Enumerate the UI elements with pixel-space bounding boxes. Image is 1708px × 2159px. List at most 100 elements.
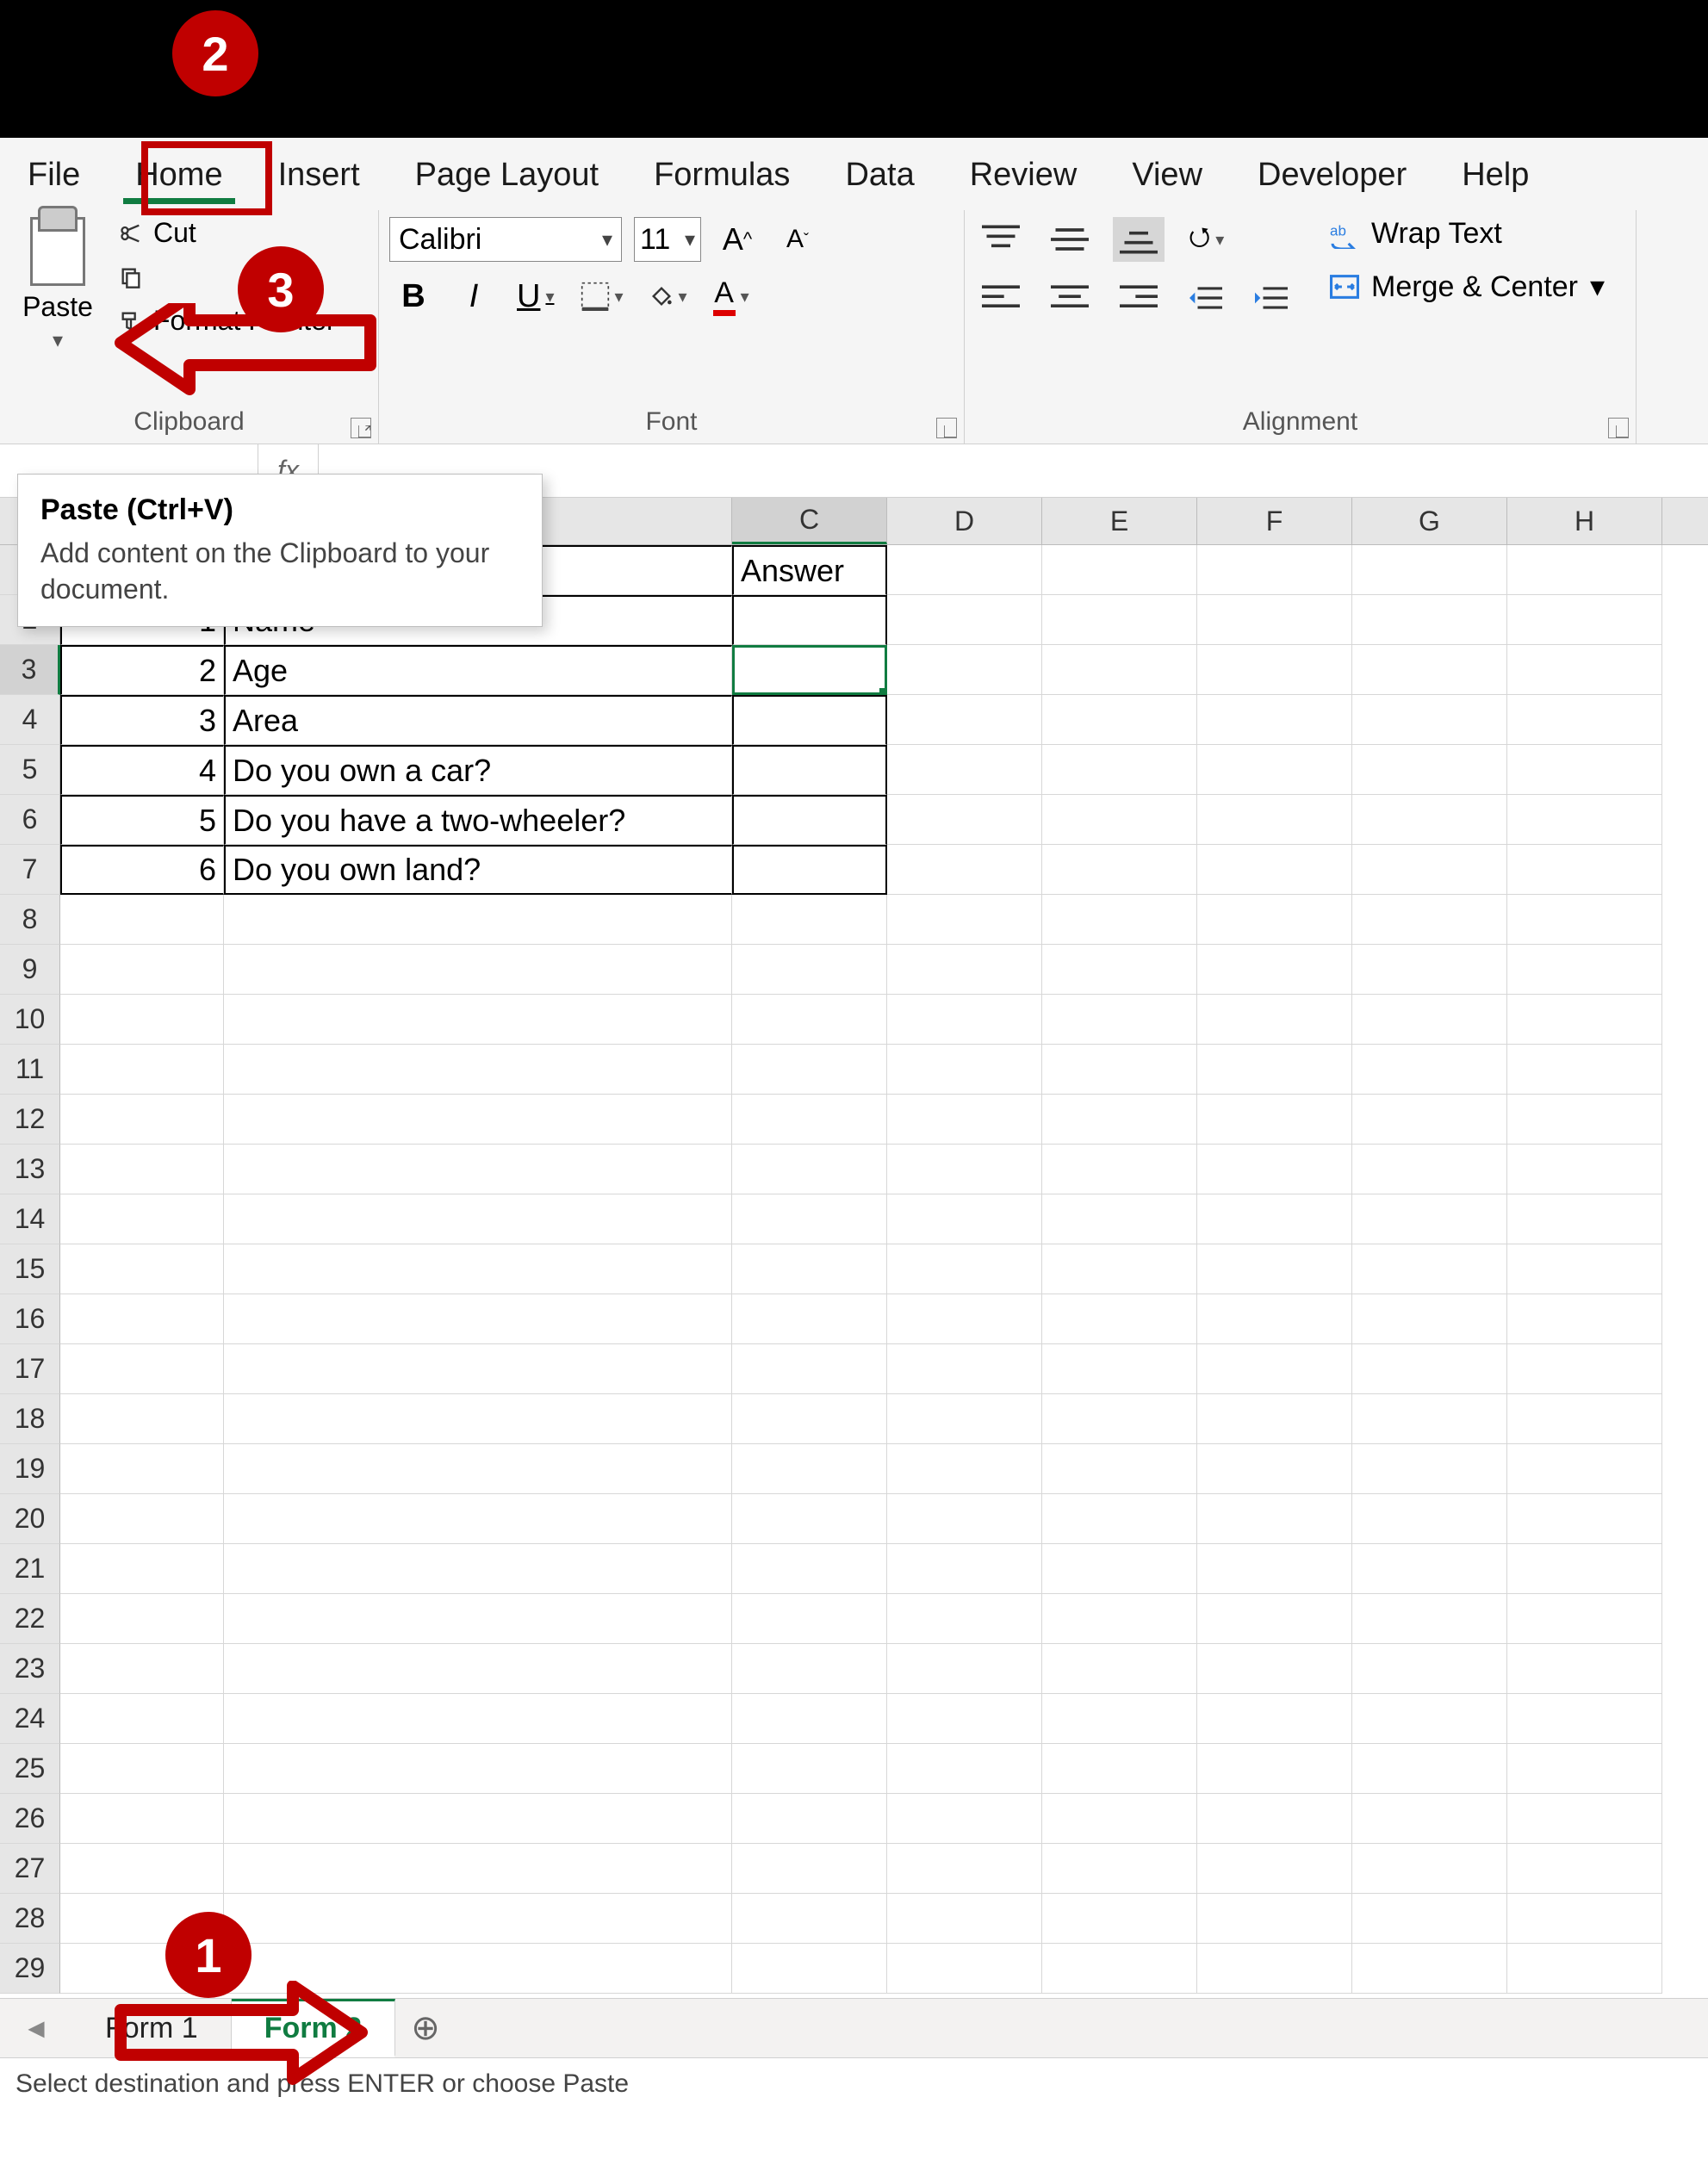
cell-F24[interactable] [1197,1694,1352,1744]
cell-G9[interactable] [1352,945,1507,995]
cell-D22[interactable] [887,1594,1042,1644]
cell-D7[interactable] [887,845,1042,895]
cell-H10[interactable] [1507,995,1662,1045]
cell-D10[interactable] [887,995,1042,1045]
cell-E4[interactable] [1042,695,1197,745]
cell-E11[interactable] [1042,1045,1197,1095]
cell-C27[interactable] [732,1844,887,1894]
cell-D13[interactable] [887,1145,1042,1194]
cell-E3[interactable] [1042,645,1197,695]
align-right-button[interactable] [1113,276,1165,320]
cell-H29[interactable] [1507,1944,1662,1994]
row-header[interactable]: 7 [0,845,60,895]
cell-D25[interactable] [887,1744,1042,1794]
cell-F29[interactable] [1197,1944,1352,1994]
cell-E8[interactable] [1042,895,1197,945]
cell-F11[interactable] [1197,1045,1352,1095]
cell-B11[interactable] [224,1045,732,1095]
cell-H18[interactable] [1507,1394,1662,1444]
cell-B19[interactable] [224,1444,732,1494]
cell-C4[interactable] [732,695,887,745]
cell-B4[interactable]: Area [224,695,732,745]
cell-E28[interactable] [1042,1894,1197,1944]
cell-F16[interactable] [1197,1294,1352,1344]
cell-G22[interactable] [1352,1594,1507,1644]
cell-F28[interactable] [1197,1894,1352,1944]
cell-C12[interactable] [732,1095,887,1145]
row-header[interactable]: 16 [0,1294,60,1344]
cell-G18[interactable] [1352,1394,1507,1444]
align-left-button[interactable] [975,276,1027,320]
cell-E17[interactable] [1042,1344,1197,1394]
cell-F8[interactable] [1197,895,1352,945]
cell-F3[interactable] [1197,645,1352,695]
cell-A25[interactable] [60,1744,224,1794]
row-header[interactable]: 28 [0,1894,60,1944]
cell-F23[interactable] [1197,1644,1352,1694]
cell-A8[interactable] [60,895,224,945]
cell-B18[interactable] [224,1394,732,1444]
cell-E2[interactable] [1042,595,1197,645]
cell-E9[interactable] [1042,945,1197,995]
decrease-indent-button[interactable] [1182,276,1230,320]
menu-tab-formulas[interactable]: Formulas [626,138,817,209]
cell-G16[interactable] [1352,1294,1507,1344]
cell-H1[interactable] [1507,545,1662,595]
cell-G17[interactable] [1352,1344,1507,1394]
cell-H19[interactable] [1507,1444,1662,1494]
italic-button[interactable]: I [450,274,498,319]
cell-C18[interactable] [732,1394,887,1444]
menu-tab-help[interactable]: Help [1434,138,1556,209]
cell-B15[interactable] [224,1244,732,1294]
menu-tab-insert[interactable]: Insert [251,138,388,209]
cell-A7[interactable]: 6 [60,845,224,895]
cell-D18[interactable] [887,1394,1042,1444]
clipboard-launcher[interactable] [351,418,371,438]
cell-C16[interactable] [732,1294,887,1344]
cell-F7[interactable] [1197,845,1352,895]
cell-H12[interactable] [1507,1095,1662,1145]
menu-tab-file[interactable]: File [0,138,108,209]
cell-H28[interactable] [1507,1894,1662,1944]
cell-A26[interactable] [60,1794,224,1844]
cell-B28[interactable] [224,1894,732,1944]
cell-D28[interactable] [887,1894,1042,1944]
cell-D16[interactable] [887,1294,1042,1344]
cell-E5[interactable] [1042,745,1197,795]
cell-C6[interactable] [732,795,887,845]
cell-E14[interactable] [1042,1194,1197,1244]
cell-D11[interactable] [887,1045,1042,1095]
cell-C10[interactable] [732,995,887,1045]
cell-D14[interactable] [887,1194,1042,1244]
align-middle-button[interactable] [1044,217,1096,262]
cell-B26[interactable] [224,1794,732,1844]
cell-D23[interactable] [887,1644,1042,1694]
cell-F15[interactable] [1197,1244,1352,1294]
col-header-D[interactable]: D [887,498,1042,544]
row-header[interactable]: 26 [0,1794,60,1844]
row-header[interactable]: 5 [0,745,60,795]
row-header[interactable]: 4 [0,695,60,745]
merge-center-button[interactable]: Merge & Center ▾ [1330,270,1605,304]
cell-H8[interactable] [1507,895,1662,945]
menu-tab-review[interactable]: Review [942,138,1105,209]
cell-B20[interactable] [224,1494,732,1544]
cell-G8[interactable] [1352,895,1507,945]
cell-D3[interactable] [887,645,1042,695]
cell-F9[interactable] [1197,945,1352,995]
cell-B9[interactable] [224,945,732,995]
cell-F12[interactable] [1197,1095,1352,1145]
cell-G27[interactable] [1352,1844,1507,1894]
cell-F19[interactable] [1197,1444,1352,1494]
cell-B22[interactable] [224,1594,732,1644]
cell-E12[interactable] [1042,1095,1197,1145]
cell-E7[interactable] [1042,845,1197,895]
cell-G2[interactable] [1352,595,1507,645]
cell-E10[interactable] [1042,995,1197,1045]
underline-button[interactable]: U▾ [510,274,562,319]
cell-C11[interactable] [732,1045,887,1095]
cell-D24[interactable] [887,1694,1042,1744]
bold-button[interactable]: B [389,274,438,319]
cell-C28[interactable] [732,1894,887,1944]
font-name-selector[interactable]: Calibri ▾ [389,217,622,262]
